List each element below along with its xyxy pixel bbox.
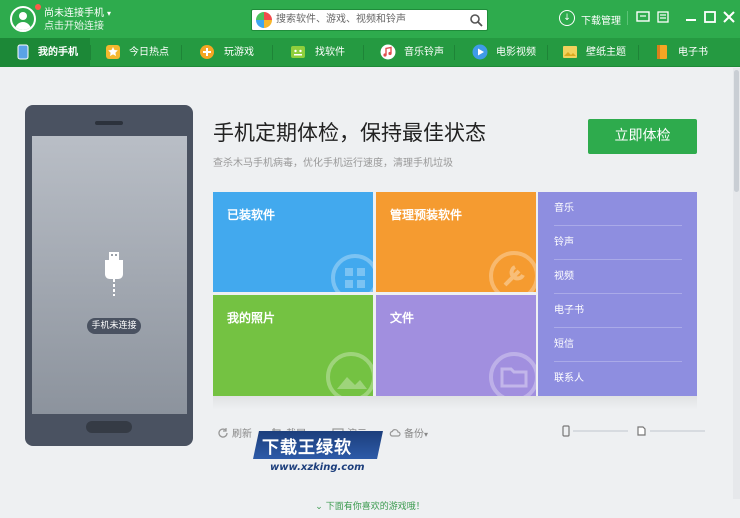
list-item-ringtones[interactable]: 铃声 <box>554 226 682 260</box>
tab-label: 找软件 <box>315 47 345 58</box>
scroll-hint-link[interactable]: ⌄ 下面有你喜欢的游戏哦！ <box>0 499 740 512</box>
gamepad-icon <box>200 45 214 59</box>
chevron-down-icon: ⌄ <box>315 502 326 512</box>
tab-hot-today[interactable]: 今日热点 <box>91 38 181 67</box>
wrench-icon <box>489 251 536 292</box>
tab-games[interactable]: 玩游戏 <box>182 38 272 67</box>
phone-status-label: 手机未连接 <box>87 318 141 334</box>
tab-label: 电影视频 <box>496 47 536 58</box>
tile-installed-apps[interactable]: 已装软件 <box>213 192 373 292</box>
scrollbar-thumb[interactable] <box>734 70 739 192</box>
backup-label: 备份 <box>404 429 424 440</box>
tab-label: 电子书 <box>678 47 708 58</box>
tile-preinstalled-apps[interactable]: 管理预装软件 <box>376 192 536 292</box>
page-subtitle: 查杀木马手机病毒，优化手机运行速度，清理手机垃圾 <box>213 158 453 169</box>
tile-my-photos[interactable]: 我的照片 <box>213 295 373 396</box>
star-icon <box>106 45 120 59</box>
sd-card-icon <box>637 426 646 436</box>
download-manager-link[interactable]: 下载管理 <box>581 12 621 27</box>
tile-label: 已装软件 <box>227 208 276 222</box>
scroll-hint-label: 下面有你喜欢的游戏哦！ <box>325 502 425 512</box>
maximize-icon[interactable] <box>703 10 717 24</box>
tab-ebooks[interactable]: 电子书 <box>639 38 732 67</box>
phone-home-button <box>86 421 132 433</box>
tab-software[interactable]: 找软件 <box>273 38 363 67</box>
phone-speaker <box>95 121 123 125</box>
refresh-icon <box>218 428 228 438</box>
folder-icon <box>489 352 536 396</box>
tile-label: 我的照片 <box>227 311 276 325</box>
connect-prompt[interactable]: 点击开始连接 <box>44 21 104 33</box>
phone-storage-icon <box>562 425 570 437</box>
message-icon[interactable] <box>636 10 650 24</box>
watermark-url: www.xzking.com <box>270 462 365 473</box>
phone-icon <box>17 44 29 60</box>
book-icon <box>657 45 667 59</box>
tab-my-phone[interactable]: 我的手机 <box>0 38 90 67</box>
photo-icon <box>326 352 373 396</box>
cloud-icon <box>389 429 401 437</box>
scrollbar[interactable] <box>733 68 740 499</box>
tile-label: 文件 <box>390 311 415 325</box>
search-box[interactable]: 搜索软件、游戏、视频和铃声 <box>251 9 488 31</box>
list-item-sms[interactable]: 短信 <box>554 328 682 362</box>
tiles-shadow <box>213 396 697 410</box>
tab-label: 我的手机 <box>38 47 78 58</box>
refresh-label: 刷新 <box>232 429 252 440</box>
close-icon[interactable] <box>722 10 736 24</box>
user-name[interactable]: 尚未连接手机 ▾ <box>44 8 111 20</box>
list-item-contacts[interactable]: 联系人 <box>554 362 682 396</box>
music-icon <box>380 44 396 60</box>
list-item-music[interactable]: 音乐 <box>554 192 682 226</box>
notification-dot <box>35 4 41 10</box>
phone-screen: 手机未连接 <box>32 136 187 414</box>
tab-label: 玩游戏 <box>224 47 254 58</box>
wallpaper-icon <box>563 46 577 58</box>
list-item-ebooks[interactable]: 电子书 <box>554 294 682 328</box>
play-icon <box>472 44 488 60</box>
phone-illustration: 手机未连接 <box>25 105 193 446</box>
tab-wallpaper[interactable]: 壁纸主题 <box>548 38 638 67</box>
apps-grid-icon <box>331 254 373 292</box>
media-category-list: 音乐 铃声 视频 电子书 短信 联系人 <box>538 192 697 396</box>
watermark-title: 下载王绿软 <box>262 438 352 458</box>
tile-files[interactable]: 文件 <box>376 295 536 396</box>
tab-label: 音乐铃声 <box>404 47 444 58</box>
checkup-button[interactable]: 立即体检 <box>588 119 697 154</box>
menu-icon[interactable] <box>656 10 670 24</box>
divider <box>627 11 628 25</box>
backup-button[interactable]: 备份▾ <box>389 425 428 440</box>
page-title: 手机定期体检，保持最佳状态 <box>213 121 486 145</box>
avatar-icon[interactable] <box>10 6 36 32</box>
search-logo-icon <box>256 12 272 28</box>
usb-icon <box>105 252 123 296</box>
search-input[interactable]: 搜索软件、游戏、视频和铃声 <box>276 14 406 26</box>
tab-music[interactable]: 音乐铃声 <box>364 38 454 67</box>
android-icon <box>291 46 305 58</box>
tab-label: 壁纸主题 <box>586 47 626 58</box>
tab-movies[interactable]: 电影视频 <box>455 38 547 67</box>
phone-storage-bar <box>573 430 628 432</box>
download-icon[interactable]: ↓ <box>559 10 575 26</box>
tab-label: 今日热点 <box>129 47 169 58</box>
sd-storage-bar <box>650 430 705 432</box>
refresh-button[interactable]: 刷新 <box>217 425 252 440</box>
list-item-videos[interactable]: 视频 <box>554 260 682 294</box>
minimize-icon[interactable] <box>684 10 698 24</box>
chevron-down-icon[interactable]: ▾ <box>107 9 111 18</box>
chevron-down-icon[interactable]: ▾ <box>424 430 428 439</box>
tile-label: 管理预装软件 <box>390 208 463 222</box>
search-icon[interactable] <box>469 13 483 27</box>
